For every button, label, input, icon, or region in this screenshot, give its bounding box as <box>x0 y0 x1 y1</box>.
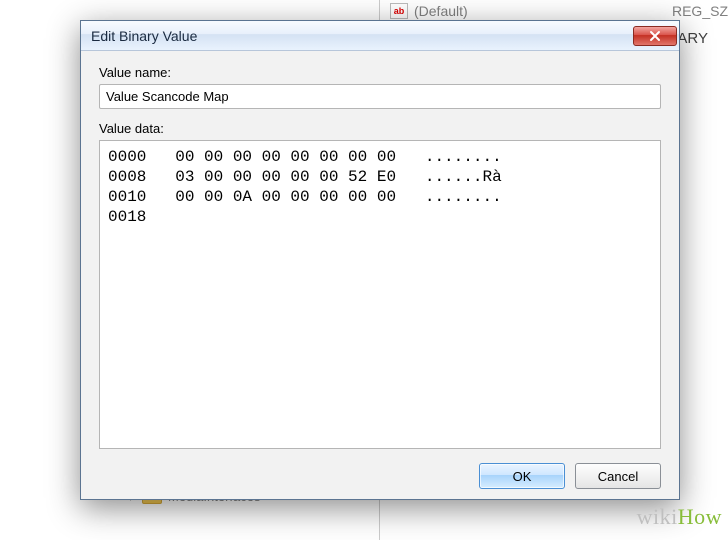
watermark-part1: wiki <box>637 504 678 529</box>
dialog-titlebar[interactable]: Edit Binary Value <box>81 21 679 51</box>
string-value-icon: ab <box>390 3 408 19</box>
value-name-label: Value name: <box>99 65 661 80</box>
watermark: wikiHow <box>637 504 722 530</box>
list-cell-name: (Default) <box>414 3 468 19</box>
value-name-input[interactable] <box>99 84 661 109</box>
list-cell-type: REG_SZ <box>672 3 728 19</box>
value-data-label: Value data: <box>99 121 661 136</box>
bg-list-row: ab (Default) REG_SZ <box>390 0 728 22</box>
dialog-content: Value name: Value data: OK Cancel <box>81 51 679 499</box>
ok-button[interactable]: OK <box>479 463 565 489</box>
close-icon <box>649 30 661 42</box>
dialog-title: Edit Binary Value <box>91 28 197 44</box>
cancel-button-label: Cancel <box>598 469 638 484</box>
close-button[interactable] <box>633 26 677 46</box>
watermark-part2: How <box>678 504 722 529</box>
clipped-text: ARY <box>677 30 708 47</box>
dialog-buttons: OK Cancel <box>99 461 661 489</box>
ok-button-label: OK <box>513 469 532 484</box>
cancel-button[interactable]: Cancel <box>575 463 661 489</box>
value-data-hex-editor[interactable] <box>99 140 661 449</box>
edit-binary-dialog: Edit Binary Value Value name: Value data… <box>80 20 680 500</box>
